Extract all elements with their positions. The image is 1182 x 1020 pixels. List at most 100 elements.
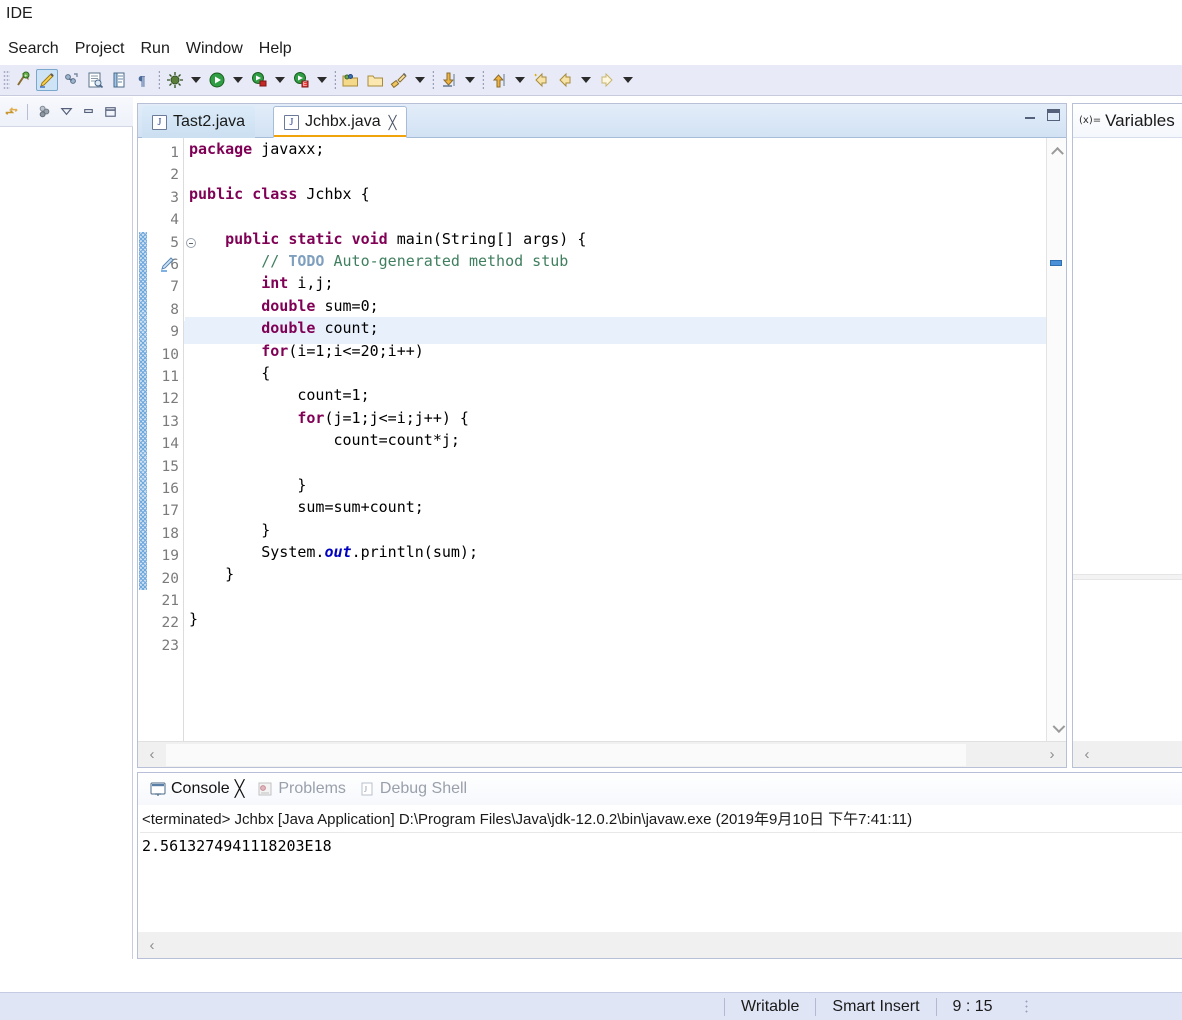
left-view-content[interactable] — [0, 127, 133, 959]
new-package-icon[interactable] — [340, 69, 362, 91]
console-icon — [150, 782, 166, 797]
scroll-left-icon[interactable]: ‹ — [1073, 741, 1101, 767]
editor-code-area[interactable]: 1 2 3 4 5 6 7 8 9 10 11 12 13 14 15 16 17 18 19 20 21 22 23 pa… — [138, 138, 1066, 767]
back-icon[interactable] — [554, 69, 576, 91]
scroll-left-icon[interactable]: ‹ — [138, 742, 166, 768]
editor-hscroll-thumb[interactable] — [166, 744, 966, 766]
close-icon[interactable]: ╳ — [235, 779, 245, 799]
menu-item-run[interactable]: Run — [133, 38, 178, 60]
open-task-icon[interactable] — [108, 69, 130, 91]
forward-dropdown-arrow-icon[interactable] — [620, 69, 636, 91]
code-line[interactable]: // TODO Auto-generated method stub — [185, 250, 1046, 272]
code-line[interactable]: for(i=1;i<=20;i++) — [185, 340, 1046, 362]
run-icon[interactable] — [206, 69, 228, 91]
variables-tab-bar[interactable]: (x)= Variables — [1073, 104, 1182, 138]
scroll-left-icon[interactable]: ‹ — [138, 932, 166, 958]
editor-line-number-ruler[interactable]: 1 2 3 4 5 6 7 8 9 10 11 12 13 14 15 16 17 18 19 20 21 22 23 — [148, 138, 196, 741]
code-line[interactable]: public class Jchbx { — [185, 183, 1046, 205]
debug-dropdown-arrow-icon[interactable] — [188, 69, 204, 91]
tab-problems[interactable]: Problems — [253, 777, 355, 801]
open-type-icon[interactable] — [84, 69, 106, 91]
scroll-up-icon[interactable] — [1047, 140, 1066, 160]
new-java-project-icon[interactable]: + — [12, 69, 34, 91]
code-line[interactable]: } — [185, 474, 1046, 496]
code-line[interactable]: double sum=0; — [185, 295, 1046, 317]
maximize-icon[interactable] — [1047, 109, 1060, 121]
code-line[interactable]: count=1; — [185, 384, 1046, 406]
previous-annotation-dropdown-arrow-icon[interactable] — [512, 69, 528, 91]
step-into-icon[interactable] — [438, 69, 460, 91]
pilcrow-icon[interactable]: ¶ — [132, 69, 154, 91]
new-class-icon[interactable] — [388, 69, 410, 91]
toolbar-grip[interactable] — [3, 70, 10, 90]
console-output-text: 2.5613274941118203E18 — [142, 837, 332, 855]
code-line[interactable] — [185, 160, 1046, 182]
code-line[interactable] — [185, 631, 1046, 653]
code-line[interactable]: for(j=1;j<=i;j++) { — [185, 407, 1046, 429]
tab-console[interactable]: Console ╳ — [146, 776, 253, 802]
code-line[interactable]: sum=sum+count; — [185, 496, 1046, 518]
overview-ruler-marker[interactable] — [1050, 260, 1062, 266]
minimize-icon[interactable] — [78, 102, 98, 122]
view-menu-members-icon[interactable] — [34, 102, 54, 122]
code-line[interactable] — [185, 451, 1046, 473]
status-cursor-position: 9 : 15 — [952, 997, 993, 1015]
coverage-dropdown-arrow-icon[interactable] — [314, 69, 330, 91]
code-line[interactable]: int i,j; — [185, 272, 1046, 294]
todo-task-icon[interactable] — [160, 257, 176, 273]
run-coverage-icon[interactable]: E — [290, 69, 312, 91]
step-return-icon[interactable] — [488, 69, 510, 91]
back-dropdown-arrow-icon[interactable] — [578, 69, 594, 91]
editor-tab-tast2[interactable]: J Tast2.java — [142, 106, 256, 138]
code-token: class — [252, 184, 298, 203]
menu-item-help[interactable]: Help — [251, 38, 300, 60]
forward-icon[interactable] — [596, 69, 618, 91]
editor-horizontal-scrollbar[interactable]: ‹ › — [138, 741, 1066, 767]
variables-detail-splitter[interactable] — [1073, 574, 1182, 580]
editor-source-text[interactable]: package javaxx; public class Jchbx { pub… — [185, 138, 1046, 741]
menu-item-search[interactable]: Search — [0, 38, 67, 60]
menu-item-window[interactable]: Window — [178, 38, 251, 60]
eclipse-ide-window: IDE Search Project Run Window Help + ¶ E… — [0, 0, 1182, 1020]
main-toolbar: + ¶ E — [0, 65, 1182, 96]
code-line[interactable]: } — [185, 608, 1046, 630]
code-line[interactable]: } — [185, 519, 1046, 541]
code-line[interactable]: package javaxx; — [185, 138, 1046, 160]
new-folder-icon[interactable] — [364, 69, 386, 91]
minimize-icon[interactable] — [1023, 109, 1037, 121]
code-line[interactable] — [185, 205, 1046, 227]
code-line[interactable] — [185, 586, 1046, 608]
menu-item-project[interactable]: Project — [67, 38, 133, 60]
code-line[interactable]: { — [185, 362, 1046, 384]
link-with-editor-icon[interactable] — [60, 69, 82, 91]
external-tools-dropdown-arrow-icon[interactable] — [272, 69, 288, 91]
editor-tab-jchbx[interactable]: J Jchbx.java ╳ — [273, 106, 408, 138]
view-menu-icon[interactable] — [56, 102, 76, 122]
code-line[interactable]: System.out.println(sum); — [185, 541, 1046, 563]
console-horizontal-scrollbar[interactable]: ‹ — [138, 932, 1182, 958]
run-dropdown-arrow-icon[interactable] — [230, 69, 246, 91]
scroll-down-icon[interactable] — [1047, 719, 1066, 739]
link-with-editor-icon[interactable] — [1, 102, 21, 122]
run-external-tools-icon[interactable] — [248, 69, 270, 91]
new-class-dropdown-arrow-icon[interactable] — [412, 69, 428, 91]
close-icon[interactable]: ╳ — [389, 116, 397, 129]
scroll-right-icon[interactable]: › — [1038, 742, 1066, 768]
last-edit-location-icon[interactable] — [530, 69, 552, 91]
code-token: out — [324, 543, 352, 562]
tab-debug-shell[interactable]: J Debug Shell — [355, 777, 476, 801]
console-output-area[interactable]: <terminated> Jchbx [Java Application] D:… — [138, 805, 1182, 932]
next-annotation-dropdown-arrow-icon[interactable] — [462, 69, 478, 91]
code-line[interactable]: count=count*j; — [185, 429, 1046, 451]
variables-horizontal-scrollbar[interactable]: ‹ — [1073, 741, 1182, 767]
code-line[interactable]: public static void main(String[] args) { — [185, 228, 1046, 250]
left-view-toolbar-separator — [27, 103, 28, 120]
maximize-icon[interactable] — [100, 102, 120, 122]
title-bar: IDE — [0, 0, 1182, 33]
code-line[interactable]: double count; — [185, 317, 1046, 340]
highlight-pen-icon[interactable] — [36, 69, 58, 91]
debug-icon[interactable] — [164, 69, 186, 91]
editor-vertical-scrollbar[interactable] — [1046, 138, 1066, 741]
status-bar-grip[interactable] — [1024, 998, 1028, 1015]
code-line[interactable]: } — [185, 563, 1046, 585]
